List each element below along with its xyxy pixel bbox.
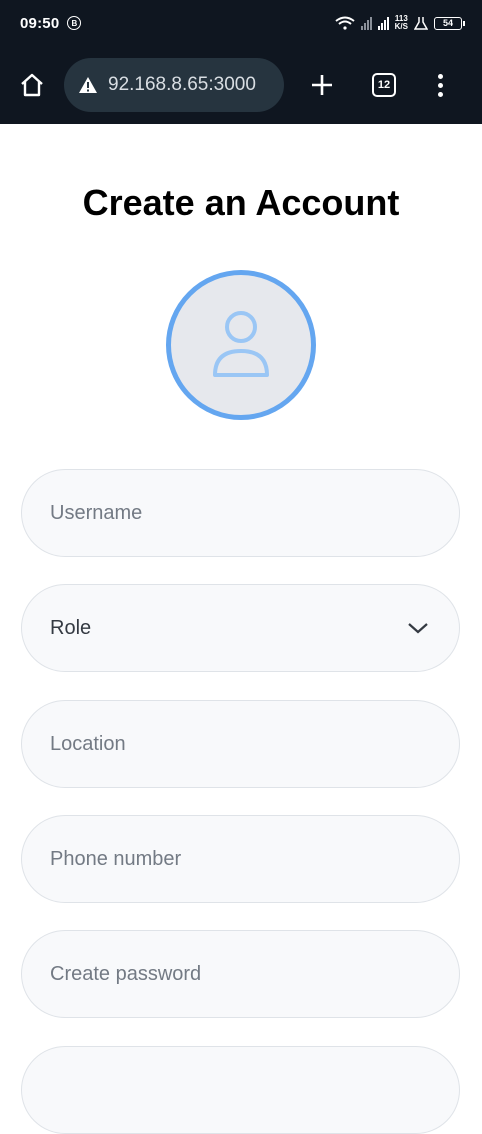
page-title: Create an Account — [82, 182, 400, 223]
phone-number-field[interactable]: Phone number — [21, 815, 460, 903]
network-speed: 113 K/S — [395, 15, 408, 31]
b-notification-icon: B — [67, 16, 82, 30]
location-field[interactable]: Location — [21, 700, 460, 788]
username-placeholder: Username — [50, 501, 143, 524]
avatar-upload[interactable] — [166, 270, 316, 420]
status-bar: 09:50 B 113 K/S 54 — [0, 0, 482, 46]
status-indicators: 113 K/S 54 — [335, 15, 465, 31]
signup-page: Create an Account Username Role Location… — [0, 124, 482, 1134]
battery-icon: 54 — [434, 16, 465, 30]
chevron-down-icon — [408, 623, 428, 634]
browser-menu-icon[interactable] — [438, 73, 443, 97]
signal-sim2-icon — [377, 16, 389, 30]
location-placeholder: Location — [50, 732, 126, 755]
plus-icon — [312, 75, 332, 95]
browser-toolbar: 92.168.8.65:3000 12 — [0, 46, 482, 124]
url-text[interactable]: 92.168.8.65:3000 — [108, 74, 256, 96]
lab-flask-icon — [414, 17, 428, 30]
role-selected-value: Role — [50, 616, 92, 639]
signal-sim1-icon — [360, 16, 372, 30]
battery-level: 54 — [442, 18, 453, 28]
create-password-field[interactable]: Create password — [21, 930, 460, 1018]
status-time: 09:50 — [20, 14, 60, 32]
role-select[interactable]: Role — [21, 584, 460, 672]
address-bar[interactable]: 92.168.8.65:3000 — [64, 58, 284, 112]
new-tab-button[interactable] — [306, 69, 338, 101]
tab-switcher-button[interactable]: 12 — [372, 73, 396, 97]
wifi-icon — [335, 16, 355, 30]
network-speed-unit: K/S — [394, 22, 408, 31]
home-icon[interactable] — [16, 69, 48, 101]
phone-placeholder: Phone number — [50, 847, 182, 870]
tab-count: 12 — [377, 79, 391, 91]
warning-icon[interactable] — [78, 75, 98, 95]
confirm-password-field[interactable] — [21, 1046, 460, 1134]
username-field[interactable]: Username — [21, 469, 460, 557]
password-placeholder: Create password — [50, 962, 202, 985]
user-icon — [213, 311, 269, 377]
